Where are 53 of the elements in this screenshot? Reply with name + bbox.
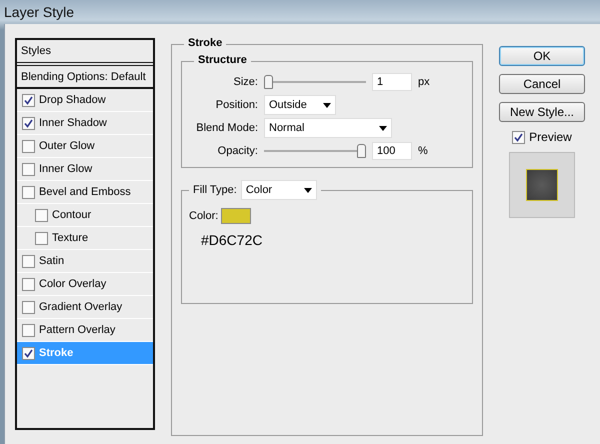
group-title: Structure xyxy=(194,54,251,66)
slider-thumb[interactable] xyxy=(357,144,366,158)
checkbox[interactable] xyxy=(22,346,35,360)
checkbox[interactable] xyxy=(22,140,35,152)
caret-icon xyxy=(323,102,331,108)
dropdown[interactable]: Color xyxy=(240,180,317,200)
preview-square xyxy=(526,169,558,201)
field-label: Color: xyxy=(189,210,218,222)
checkbox[interactable] xyxy=(512,130,526,144)
style-list-item[interactable]: Inner Shadow xyxy=(17,112,153,135)
style-list-item[interactable]: Gradient Overlay xyxy=(17,296,153,319)
checkbox[interactable] xyxy=(22,116,35,130)
field-label: Fill Type: xyxy=(193,184,237,196)
checkbox[interactable] xyxy=(22,162,35,176)
field-label: Opacity: xyxy=(216,145,258,157)
style-list-item[interactable]: Drop Shadow xyxy=(17,89,153,112)
list-header: Styles xyxy=(17,40,153,66)
preview-label: Preview xyxy=(529,130,572,144)
checkbox[interactable] xyxy=(22,324,35,336)
unit-label: px xyxy=(418,76,430,88)
style-list-item[interactable]: Satin xyxy=(17,250,153,273)
style-list-item[interactable]: Color Overlay xyxy=(17,273,153,296)
number-field[interactable]: 100 xyxy=(372,142,412,160)
checkbox[interactable] xyxy=(22,278,35,290)
dialog-button[interactable]: New Style... xyxy=(499,102,585,122)
dialog-button[interactable]: OK xyxy=(499,46,585,66)
style-list-item[interactable]: Outer Glow xyxy=(17,135,153,158)
dialog-button[interactable]: Cancel xyxy=(499,74,585,94)
caret-icon xyxy=(304,188,312,192)
style-list-item[interactable]: Texture xyxy=(17,227,153,250)
checkbox[interactable] xyxy=(22,94,35,106)
dropdown[interactable]: Outside xyxy=(264,95,336,115)
unit-label: % xyxy=(418,145,428,157)
field-label: Size: xyxy=(232,76,258,88)
caret-icon xyxy=(379,126,387,130)
style-list-item[interactable]: Inner Glow xyxy=(17,158,153,181)
window-title: Layer Style xyxy=(3,3,76,22)
hex-code: #D6C72C xyxy=(201,232,264,248)
field-label: Position: xyxy=(214,99,258,111)
checkbox[interactable] xyxy=(35,208,48,222)
slider-thumb[interactable] xyxy=(264,75,273,89)
checkbox[interactable] xyxy=(22,186,35,198)
field-label: Blend Mode: xyxy=(195,122,258,134)
checkbox[interactable] xyxy=(22,300,35,314)
dropdown[interactable]: Normal xyxy=(264,118,392,138)
style-list-item[interactable]: Blending Options: Default xyxy=(17,66,153,89)
checkbox[interactable] xyxy=(35,232,48,244)
number-field[interactable]: 1 xyxy=(372,73,412,91)
panel-title: Stroke xyxy=(184,37,226,49)
color-swatch[interactable] xyxy=(221,208,252,224)
checkbox[interactable] xyxy=(22,254,35,268)
style-list-item[interactable]: Contour xyxy=(17,204,153,227)
style-list-item[interactable]: Bevel and Emboss xyxy=(17,181,153,204)
